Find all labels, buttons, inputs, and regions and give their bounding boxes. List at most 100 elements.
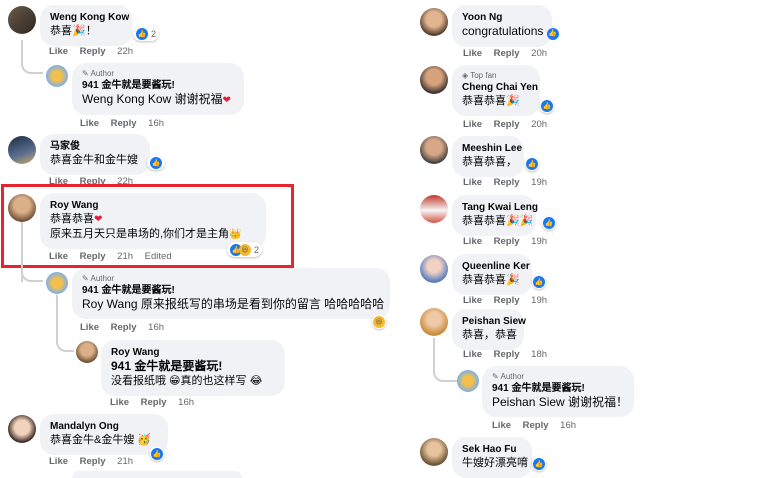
reaction-summary[interactable]: 👍 bbox=[532, 456, 546, 471]
comment-actions: Like Reply 20h bbox=[463, 119, 556, 130]
comment-actions: Like Reply 22h bbox=[49, 46, 142, 57]
timestamp[interactable]: 21h bbox=[117, 251, 133, 262]
like-button[interactable]: Like bbox=[463, 349, 482, 360]
avatar[interactable] bbox=[8, 194, 36, 222]
avatar[interactable] bbox=[420, 136, 448, 164]
avatar[interactable] bbox=[420, 308, 448, 336]
reply-button[interactable]: Reply bbox=[141, 397, 167, 408]
reply-button[interactable]: Reply bbox=[80, 46, 106, 57]
comment-text: 恭喜，恭喜 bbox=[462, 329, 517, 341]
avatar[interactable] bbox=[420, 438, 448, 466]
reply-button[interactable]: Reply bbox=[494, 349, 520, 360]
reaction-count: 2 bbox=[151, 28, 157, 39]
like-button[interactable]: Like bbox=[49, 456, 68, 467]
avatar[interactable] bbox=[8, 6, 36, 34]
reply-button[interactable]: Reply bbox=[494, 236, 520, 247]
commenter-name[interactable]: Roy Wang bbox=[50, 199, 256, 212]
like-button[interactable]: Like bbox=[492, 420, 511, 431]
avatar[interactable] bbox=[420, 66, 448, 94]
timestamp[interactable]: 20h bbox=[531, 119, 547, 130]
like-button[interactable]: Like bbox=[80, 322, 99, 333]
comment-text: 没看报纸哦 😁真的也这样写 😂 bbox=[111, 375, 263, 387]
thread-connector bbox=[433, 338, 457, 382]
commenter-name[interactable]: Cheng Chai Yen bbox=[462, 81, 538, 94]
commenter-name[interactable]: 941 金牛就是要酱玩! bbox=[82, 79, 234, 92]
reaction-summary[interactable]: 👍 2 bbox=[133, 26, 160, 41]
top-fan-badge: ◈ Top fan bbox=[462, 71, 497, 80]
reaction-summary[interactable]: 😆 bbox=[372, 314, 386, 329]
commenter-name[interactable]: Peishan Siew bbox=[462, 315, 526, 328]
timestamp[interactable]: 16h bbox=[148, 322, 164, 333]
comment-actions: Like Reply 21h Edited bbox=[49, 251, 181, 262]
commenter-name[interactable]: Roy Wang bbox=[111, 346, 275, 359]
commenter-name[interactable]: Sek Hao Fu bbox=[462, 443, 522, 456]
comment-text: 原来五月天只是串场的,你们才是主角👑 bbox=[50, 228, 242, 240]
avatar[interactable] bbox=[8, 136, 36, 164]
timestamp[interactable]: 20h bbox=[531, 48, 547, 59]
timestamp[interactable]: 19h bbox=[531, 177, 547, 188]
commenter-name[interactable]: 马家俊 bbox=[50, 140, 140, 153]
reaction-summary[interactable]: 👍 bbox=[542, 215, 556, 230]
reply-button[interactable]: Reply bbox=[111, 322, 137, 333]
edited-label[interactable]: Edited bbox=[145, 251, 172, 262]
avatar[interactable] bbox=[8, 415, 36, 443]
comment-bubble: Roy Wang 恭喜恭喜❤ 原来五月天只是串场的,你们才是主角👑 bbox=[40, 193, 266, 249]
left-comments-column: Weng Kong Kow 恭喜🎉！ 👍 2 Like Reply 22h ✎ … bbox=[0, 0, 395, 478]
commenter-name[interactable]: Mandalyn Ong bbox=[50, 420, 158, 433]
comment-bubble: 马家俊 恭喜金牛和金牛嫂 bbox=[40, 134, 150, 175]
like-button[interactable]: Like bbox=[49, 251, 68, 262]
avatar[interactable] bbox=[420, 195, 448, 223]
comment-actions: Like Reply 16h bbox=[80, 322, 173, 333]
commenter-name[interactable]: Meeshin Lee bbox=[462, 142, 522, 155]
reply-button[interactable]: Reply bbox=[494, 48, 520, 59]
commenter-name[interactable]: Tang Kwai Leng bbox=[462, 201, 538, 214]
reply-button[interactable]: Reply bbox=[494, 177, 520, 188]
timestamp[interactable]: 19h bbox=[531, 295, 547, 306]
like-button[interactable]: Like bbox=[463, 119, 482, 130]
like-button[interactable]: Like bbox=[463, 236, 482, 247]
commenter-name[interactable]: Queenline Ker bbox=[462, 260, 530, 273]
timestamp[interactable]: 18h bbox=[531, 349, 547, 360]
reaction-summary[interactable]: 👍 bbox=[532, 274, 546, 289]
reply-button[interactable]: Reply bbox=[523, 420, 549, 431]
like-icon: 👍 bbox=[541, 99, 553, 112]
comment-bubble: Queenline Ker 恭喜恭喜🎉 bbox=[452, 254, 532, 295]
timestamp[interactable]: 21h bbox=[117, 456, 133, 467]
like-button[interactable]: Like bbox=[80, 118, 99, 129]
timestamp[interactable]: 16h bbox=[560, 420, 576, 431]
author-avatar[interactable] bbox=[46, 65, 68, 87]
like-button[interactable]: Like bbox=[463, 48, 482, 59]
like-icon: 👍 bbox=[533, 457, 545, 470]
like-button[interactable]: Like bbox=[463, 177, 482, 188]
comment-bubble: Sek Hao Fu 牛嫂好漂亮唷 bbox=[452, 437, 532, 478]
reply-button[interactable]: Reply bbox=[80, 456, 106, 467]
reaction-summary[interactable]: 👍 bbox=[147, 155, 165, 170]
reply-button[interactable]: Reply bbox=[80, 251, 106, 262]
comment-text: 恭喜恭喜🎉 bbox=[462, 274, 520, 286]
avatar[interactable] bbox=[420, 8, 448, 36]
like-button[interactable]: Like bbox=[463, 295, 482, 306]
reaction-summary[interactable]: 👍 bbox=[540, 98, 554, 113]
timestamp[interactable]: 16h bbox=[148, 118, 164, 129]
comment-actions: Like Reply 16h bbox=[492, 420, 585, 431]
commenter-name[interactable]: 941 金牛就是要酱玩! bbox=[82, 284, 380, 297]
like-button[interactable]: Like bbox=[110, 397, 129, 408]
timestamp[interactable]: 16h bbox=[178, 397, 194, 408]
author-avatar[interactable] bbox=[46, 272, 68, 294]
commenter-name[interactable]: Weng Kong Kow bbox=[50, 11, 129, 24]
author-avatar[interactable] bbox=[457, 370, 479, 392]
commenter-name[interactable]: Yoon Ng bbox=[462, 11, 542, 24]
commenter-name[interactable]: 941 金牛就是要酱玩! bbox=[492, 382, 624, 395]
avatar[interactable] bbox=[420, 255, 448, 283]
reaction-summary[interactable]: 👍 bbox=[150, 446, 164, 461]
reply-button[interactable]: Reply bbox=[494, 295, 520, 306]
reply-button[interactable]: Reply bbox=[111, 118, 137, 129]
comment-text: 恭喜金牛&金牛嫂 🥳 bbox=[50, 434, 152, 446]
reaction-summary[interactable]: 👍 bbox=[525, 156, 539, 171]
like-button[interactable]: Like bbox=[49, 46, 68, 57]
timestamp[interactable]: 22h bbox=[117, 46, 133, 57]
reaction-summary[interactable]: 👍 😆 2 bbox=[227, 242, 263, 257]
timestamp[interactable]: 19h bbox=[531, 236, 547, 247]
reply-button[interactable]: Reply bbox=[494, 119, 520, 130]
avatar[interactable] bbox=[76, 341, 98, 363]
